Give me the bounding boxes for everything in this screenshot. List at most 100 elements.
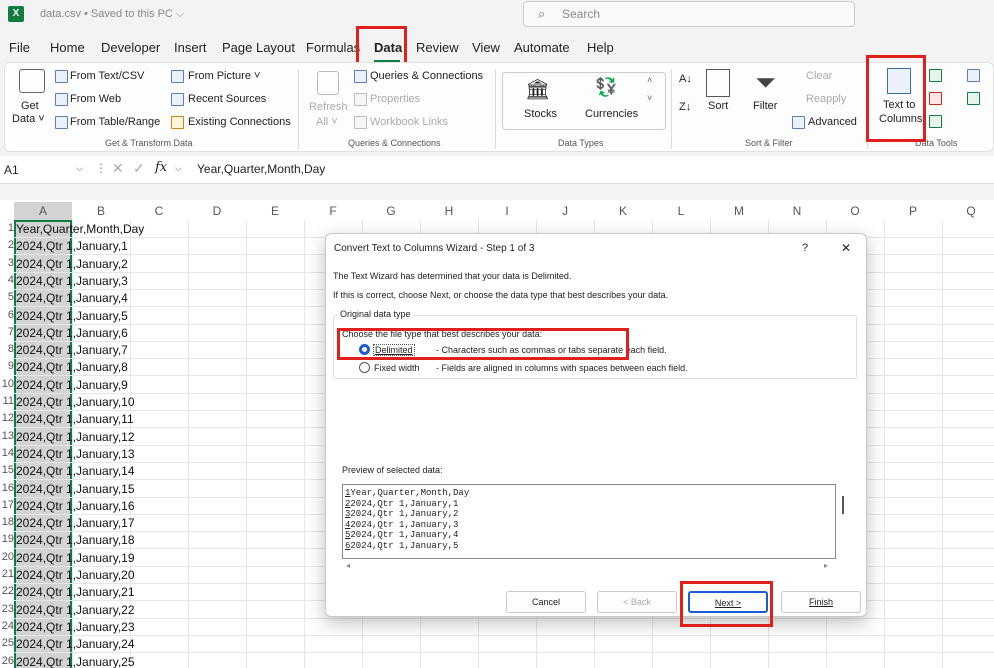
workbook-links-button[interactable]: Workbook Links bbox=[370, 116, 448, 128]
row-header[interactable]: 9 bbox=[0, 360, 14, 372]
tab-formulas[interactable]: Formulas bbox=[306, 40, 360, 55]
relationships-icon[interactable] bbox=[967, 92, 980, 105]
cell-a4[interactable]: 2024,Qtr 1,January,3 bbox=[16, 274, 128, 288]
cell-a24[interactable]: 2024,Qtr 1,January,23 bbox=[16, 620, 135, 634]
existing-connections-button[interactable]: Existing Connections bbox=[188, 116, 291, 128]
cell-a13[interactable]: 2024,Qtr 1,January,12 bbox=[16, 430, 135, 444]
column-header-f[interactable]: F bbox=[304, 202, 362, 220]
reapply-button[interactable]: Reapply bbox=[806, 93, 846, 105]
column-header-g[interactable]: G bbox=[362, 202, 420, 220]
row-header[interactable]: 7 bbox=[0, 326, 14, 338]
cell-a20[interactable]: 2024,Qtr 1,January,19 bbox=[16, 551, 135, 565]
row-header[interactable]: 5 bbox=[0, 291, 14, 303]
tab-insert[interactable]: Insert bbox=[174, 40, 207, 55]
from-web-button[interactable]: From Web bbox=[70, 93, 121, 105]
clear-button[interactable]: Clear bbox=[806, 70, 832, 82]
properties-button[interactable]: Properties bbox=[370, 93, 420, 105]
back-button[interactable]: < Back bbox=[597, 591, 677, 613]
gallery-down-icon[interactable]: ˅ bbox=[647, 93, 652, 103]
column-header-a[interactable]: A bbox=[14, 202, 72, 220]
function-dropdown-icon[interactable]: ⌵ bbox=[175, 163, 182, 174]
cell-a23[interactable]: 2024,Qtr 1,January,22 bbox=[16, 603, 135, 617]
finish-button[interactable]: Finish bbox=[781, 591, 861, 613]
cell-a8[interactable]: 2024,Qtr 1,January,7 bbox=[16, 343, 128, 357]
refresh-label[interactable]: Refresh bbox=[309, 101, 348, 113]
cell-a7[interactable]: 2024,Qtr 1,January,6 bbox=[16, 326, 128, 340]
row-header[interactable]: 16 bbox=[0, 482, 14, 494]
preview-box[interactable]: 1Year,Quarter,Month,Day 22024,Qtr 1,Janua… bbox=[342, 484, 836, 559]
row-header[interactable]: 17 bbox=[0, 499, 14, 511]
cell-a16[interactable]: 2024,Qtr 1,January,15 bbox=[16, 482, 135, 496]
cell-a1[interactable]: Year,Quarter,Month,Day bbox=[16, 222, 144, 236]
consolidate-icon[interactable] bbox=[967, 69, 980, 82]
column-header-l[interactable]: L bbox=[652, 202, 710, 220]
row-header[interactable]: 2 bbox=[0, 239, 14, 251]
fixed-width-label[interactable]: Fixed width bbox=[374, 363, 420, 373]
column-header-h[interactable]: H bbox=[420, 202, 478, 220]
tab-page-layout[interactable]: Page Layout bbox=[222, 40, 295, 55]
cell-a22[interactable]: 2024,Qtr 1,January,21 bbox=[16, 585, 135, 599]
tab-view[interactable]: View bbox=[472, 40, 500, 55]
cell-a21[interactable]: 2024,Qtr 1,January,20 bbox=[16, 568, 135, 582]
row-header[interactable]: 12 bbox=[0, 412, 14, 424]
sort-z-a-icon[interactable]: Z↓ bbox=[679, 101, 691, 113]
column-header-b[interactable]: B bbox=[72, 202, 130, 220]
cell-a6[interactable]: 2024,Qtr 1,January,5 bbox=[16, 309, 128, 323]
column-header-j[interactable]: J bbox=[536, 202, 594, 220]
row-header[interactable]: 20 bbox=[0, 551, 14, 563]
tab-file[interactable]: File bbox=[9, 40, 30, 55]
row-header[interactable]: 11 bbox=[0, 395, 14, 407]
column-header-k[interactable]: K bbox=[594, 202, 652, 220]
row-header[interactable]: 13 bbox=[0, 430, 14, 442]
column-header-c[interactable]: C bbox=[130, 202, 188, 220]
row-header[interactable]: 18 bbox=[0, 516, 14, 528]
tab-developer[interactable]: Developer bbox=[101, 40, 160, 55]
column-header-n[interactable]: N bbox=[768, 202, 826, 220]
row-header[interactable]: 15 bbox=[0, 464, 14, 476]
get-data-label[interactable]: Get bbox=[21, 100, 39, 112]
column-header-q[interactable]: Q bbox=[942, 202, 994, 220]
queries-connections-button[interactable]: Queries & Connections bbox=[370, 70, 483, 82]
preview-scrollbar-thumb[interactable] bbox=[842, 496, 844, 514]
cell-a9[interactable]: 2024,Qtr 1,January,8 bbox=[16, 360, 128, 374]
data-validation-icon[interactable] bbox=[929, 115, 942, 128]
row-header[interactable]: 21 bbox=[0, 568, 14, 580]
from-table-button[interactable]: From Table/Range bbox=[70, 116, 160, 128]
row-header[interactable]: 26 bbox=[0, 655, 14, 667]
search-box[interactable]: ⌕ Search bbox=[523, 1, 855, 27]
row-header[interactable]: 3 bbox=[0, 257, 14, 269]
from-picture-button[interactable]: From Picture ˅ bbox=[188, 70, 260, 82]
row-header[interactable]: 23 bbox=[0, 603, 14, 615]
row-header[interactable]: 4 bbox=[0, 274, 14, 286]
formula-input[interactable]: Year,Quarter,Month,Day bbox=[197, 162, 325, 176]
cell-a3[interactable]: 2024,Qtr 1,January,2 bbox=[16, 257, 128, 271]
cell-a18[interactable]: 2024,Qtr 1,January,17 bbox=[16, 516, 135, 530]
row-header[interactable]: 6 bbox=[0, 309, 14, 321]
stocks-button[interactable]: Stocks bbox=[524, 108, 557, 120]
from-text-csv-button[interactable]: From Text/CSV bbox=[70, 70, 144, 82]
cell-a17[interactable]: 2024,Qtr 1,January,16 bbox=[16, 499, 135, 513]
filter-button[interactable]: Filter bbox=[753, 100, 777, 112]
cell-a15[interactable]: 2024,Qtr 1,January,14 bbox=[16, 464, 135, 478]
cancel-button[interactable]: Cancel bbox=[506, 591, 586, 613]
cell-a5[interactable]: 2024,Qtr 1,January,4 bbox=[16, 291, 128, 305]
column-header-m[interactable]: M bbox=[710, 202, 768, 220]
tab-automate[interactable]: Automate bbox=[514, 40, 570, 55]
column-header-o[interactable]: O bbox=[826, 202, 884, 220]
column-header-i[interactable]: I bbox=[478, 202, 536, 220]
cell-a11[interactable]: 2024,Qtr 1,January,10 bbox=[16, 395, 135, 409]
file-name[interactable]: data.csv • Saved to this PC ⌵ bbox=[40, 8, 184, 21]
name-box-dropdown-icon[interactable]: ⌵ bbox=[76, 163, 83, 174]
row-header[interactable]: 22 bbox=[0, 585, 14, 597]
insert-function-icon[interactable]: fx bbox=[155, 160, 167, 175]
cell-a26[interactable]: 2024,Qtr 1,January,25 bbox=[16, 655, 135, 668]
row-header[interactable]: 8 bbox=[0, 343, 14, 355]
advanced-button[interactable]: Advanced bbox=[808, 116, 857, 128]
currencies-button[interactable]: Currencies bbox=[585, 108, 638, 120]
row-header[interactable]: 1 bbox=[0, 222, 14, 234]
sort-button[interactable]: Sort bbox=[708, 100, 728, 112]
row-header[interactable]: 14 bbox=[0, 447, 14, 459]
row-header[interactable]: 10 bbox=[0, 378, 14, 390]
sort-a-z-icon[interactable]: A↓ bbox=[679, 73, 692, 85]
cell-a2[interactable]: 2024,Qtr 1,January,1 bbox=[16, 239, 128, 253]
